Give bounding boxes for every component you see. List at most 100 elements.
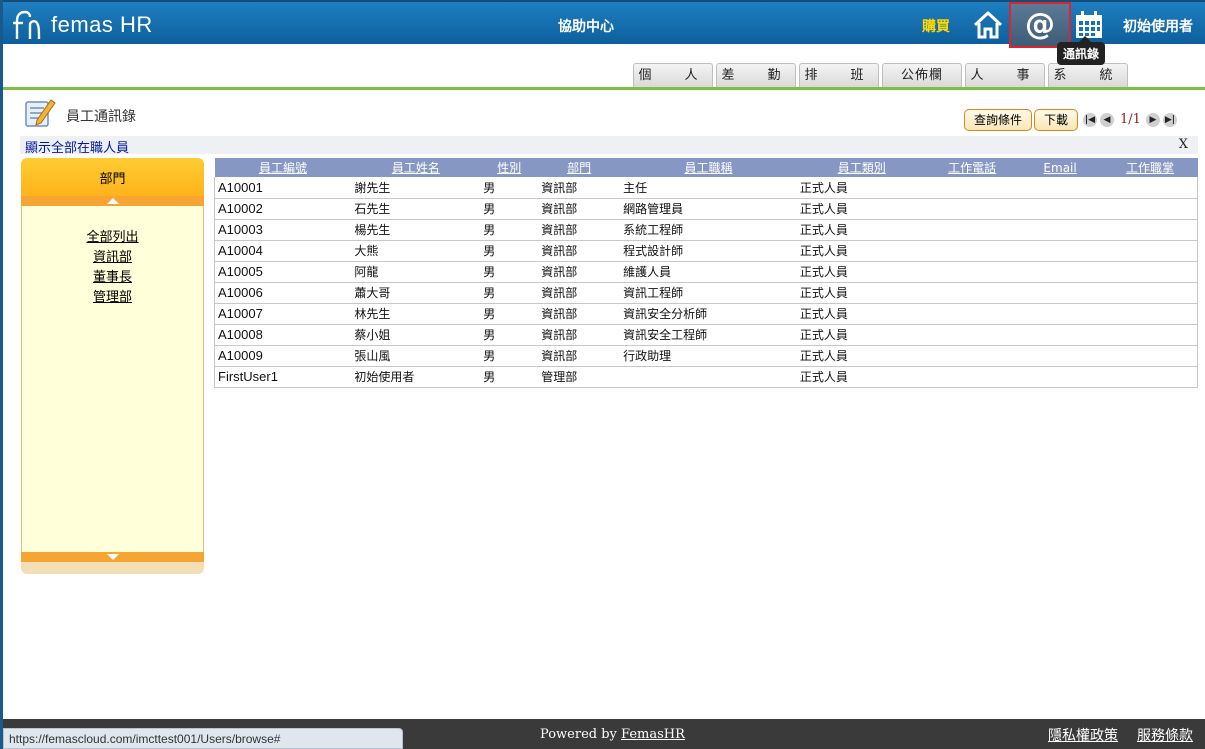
cell-employee-name: 林先生 — [351, 303, 481, 325]
cell-department: 資訊部 — [538, 324, 621, 346]
table-row[interactable]: A10005 阿龍男資訊部 維護人員 正式人員 — [214, 261, 1198, 283]
cell-employee-type: 正式人員 — [796, 177, 927, 199]
cell-employee-type: 正式人員 — [796, 282, 927, 304]
tab-personnel[interactable]: 人 事 — [965, 63, 1045, 87]
cell-employee-id: A10004 — [214, 240, 352, 262]
cell-department: 資訊部 — [538, 198, 621, 220]
home-icon[interactable] — [972, 10, 1004, 40]
department-sidebar: 部門 全部列出 資訊部 董事長 管理部 — [21, 158, 204, 574]
cell-work-phone — [926, 198, 1018, 220]
table-row[interactable]: A10007 林先生男資訊部 資訊安全分析師 正式人員 — [214, 303, 1198, 325]
sidebar-item-chairman[interactable]: 董事長 — [22, 268, 203, 288]
employee-table: 員工編號 員工姓名 性別 部門 員工職稱 員工類別 工作電話 Email 工作職… — [214, 158, 1198, 388]
show-all-link[interactable]: 顯示全部在職人員 — [25, 137, 129, 156]
sidebar-item-management[interactable]: 管理部 — [22, 288, 203, 308]
cell-employee-name: 大熊 — [351, 240, 481, 262]
cell-work-phone — [926, 324, 1018, 346]
cell-employee-name: 阿龍 — [351, 261, 481, 283]
tab-divider — [3, 87, 1205, 90]
last-page-icon[interactable]: ▶| — [1162, 112, 1177, 127]
cell-work-phone — [926, 240, 1018, 262]
col-header-employee-id[interactable]: 員工編號 — [214, 158, 352, 177]
tab-personal[interactable]: 個 人 — [633, 63, 713, 87]
cell-employee-name: 初始使用者 — [351, 366, 481, 388]
cell-employee-id: FirstUser1 — [214, 366, 352, 388]
cell-job-title: 資訊工程師 — [620, 282, 797, 304]
col-header-employee-name[interactable]: 員工姓名 — [351, 158, 481, 177]
privacy-policy-link[interactable]: 隱私權政策 — [1048, 725, 1118, 745]
cell-gender: 男 — [480, 324, 539, 346]
app-window: femas HR 協助中心 購買 @ 初始使用者 通訊錄 個 人 差 勤 排 班 — [0, 0, 1205, 749]
cell-duties — [1102, 261, 1198, 283]
cell-gender: 男 — [480, 303, 539, 325]
first-page-icon[interactable]: |◀ — [1083, 112, 1097, 127]
cell-duties — [1102, 366, 1198, 388]
cell-gender: 男 — [480, 261, 539, 283]
cell-email — [1017, 240, 1103, 262]
next-page-icon[interactable]: ▶ — [1145, 112, 1160, 127]
cell-employee-id: A10007 — [214, 303, 352, 325]
tab-attendance[interactable]: 差 勤 — [716, 63, 796, 87]
pager: |◀ ◀ 1/1 ▶ ▶| — [1083, 112, 1180, 127]
tab-scheduling[interactable]: 排 班 — [799, 63, 879, 87]
table-row[interactable]: A10008 蔡小姐男資訊部 資訊安全工程師 正式人員 — [214, 324, 1198, 346]
cell-employee-type: 正式人員 — [796, 198, 927, 220]
cell-job-title: 維護人員 — [620, 261, 797, 283]
cell-duties — [1102, 219, 1198, 241]
cell-gender: 男 — [480, 219, 539, 241]
help-center-link[interactable]: 協助中心 — [558, 16, 614, 36]
cell-employee-id: A10005 — [214, 261, 352, 283]
table-row[interactable]: A10003 楊先生男資訊部 系統工程師 正式人員 — [214, 219, 1198, 241]
col-header-gender[interactable]: 性別 — [480, 158, 539, 177]
cell-duties — [1102, 240, 1198, 262]
tab-bulletin[interactable]: 公佈欄 — [882, 63, 962, 87]
cell-work-phone — [926, 261, 1018, 283]
calendar-icon[interactable] — [1075, 11, 1103, 39]
cell-email — [1017, 198, 1103, 220]
cell-employee-id: A10002 — [214, 198, 352, 220]
sidebar-item-it[interactable]: 資訊部 — [22, 248, 203, 268]
logo[interactable]: femas HR — [11, 8, 153, 42]
cell-employee-id: A10009 — [214, 345, 352, 367]
col-header-job-title[interactable]: 員工職稱 — [620, 158, 797, 177]
powered-by-prefix: Powered by — [540, 727, 622, 742]
sidebar-scroll-up[interactable] — [21, 196, 204, 206]
buy-link[interactable]: 購買 — [922, 16, 950, 36]
table-row[interactable]: A10002 石先生男資訊部 網路管理員 正式人員 — [214, 198, 1198, 220]
col-header-department[interactable]: 部門 — [538, 158, 621, 177]
femashr-link[interactable]: FemasHR — [621, 727, 685, 742]
download-button[interactable]: 下載 — [1034, 109, 1078, 131]
cell-department: 資訊部 — [538, 219, 621, 241]
col-header-email[interactable]: Email — [1017, 158, 1103, 177]
table-header-row: 員工編號 員工姓名 性別 部門 員工職稱 員工類別 工作電話 Email 工作職… — [214, 158, 1198, 177]
sidebar-list: 全部列出 資訊部 董事長 管理部 — [21, 206, 204, 552]
col-header-duties[interactable]: 工作職掌 — [1102, 158, 1198, 177]
sidebar-scroll-down[interactable] — [21, 552, 204, 562]
sidebar-title: 部門 — [21, 158, 204, 196]
status-bar-url: https://femascloud.com/imcttest001/Users… — [3, 728, 403, 749]
table-row[interactable]: FirstUser1 初始使用者男管理部 正式人員 — [214, 366, 1198, 388]
chevron-down-icon — [107, 554, 119, 560]
contacts-tooltip: 通訊錄 — [1057, 36, 1106, 65]
cell-duties — [1102, 177, 1198, 199]
terms-of-service-link[interactable]: 服務條款 — [1137, 725, 1193, 745]
cell-duties — [1102, 345, 1198, 367]
table-row[interactable]: A10006 蕭大哥男資訊部 資訊工程師 正式人員 — [214, 282, 1198, 304]
cell-job-title: 網路管理員 — [620, 198, 797, 220]
close-button[interactable]: X — [1179, 137, 1188, 152]
col-header-employee-type[interactable]: 員工類別 — [796, 158, 927, 177]
cell-employee-name: 張山風 — [351, 345, 481, 367]
prev-page-icon[interactable]: ◀ — [1100, 112, 1114, 127]
cell-job-title: 系統工程師 — [620, 219, 797, 241]
sidebar-item-all[interactable]: 全部列出 — [22, 228, 203, 248]
col-header-work-phone[interactable]: 工作電話 — [926, 158, 1018, 177]
cell-employee-id: A10008 — [214, 324, 352, 346]
table-row[interactable]: A10001 謝先生男資訊部 主任 正式人員 — [214, 177, 1198, 199]
cell-job-title: 主任 — [620, 177, 797, 199]
table-row[interactable]: A10004 大熊男資訊部 程式設計師 正式人員 — [214, 240, 1198, 262]
tab-system[interactable]: 系 統 — [1048, 63, 1128, 87]
query-conditions-button[interactable]: 查詢條件 — [964, 109, 1032, 131]
cell-work-phone — [926, 303, 1018, 325]
user-name-link[interactable]: 初始使用者 — [1123, 16, 1193, 36]
table-row[interactable]: A10009 張山風男資訊部 行政助理 正式人員 — [214, 345, 1198, 367]
